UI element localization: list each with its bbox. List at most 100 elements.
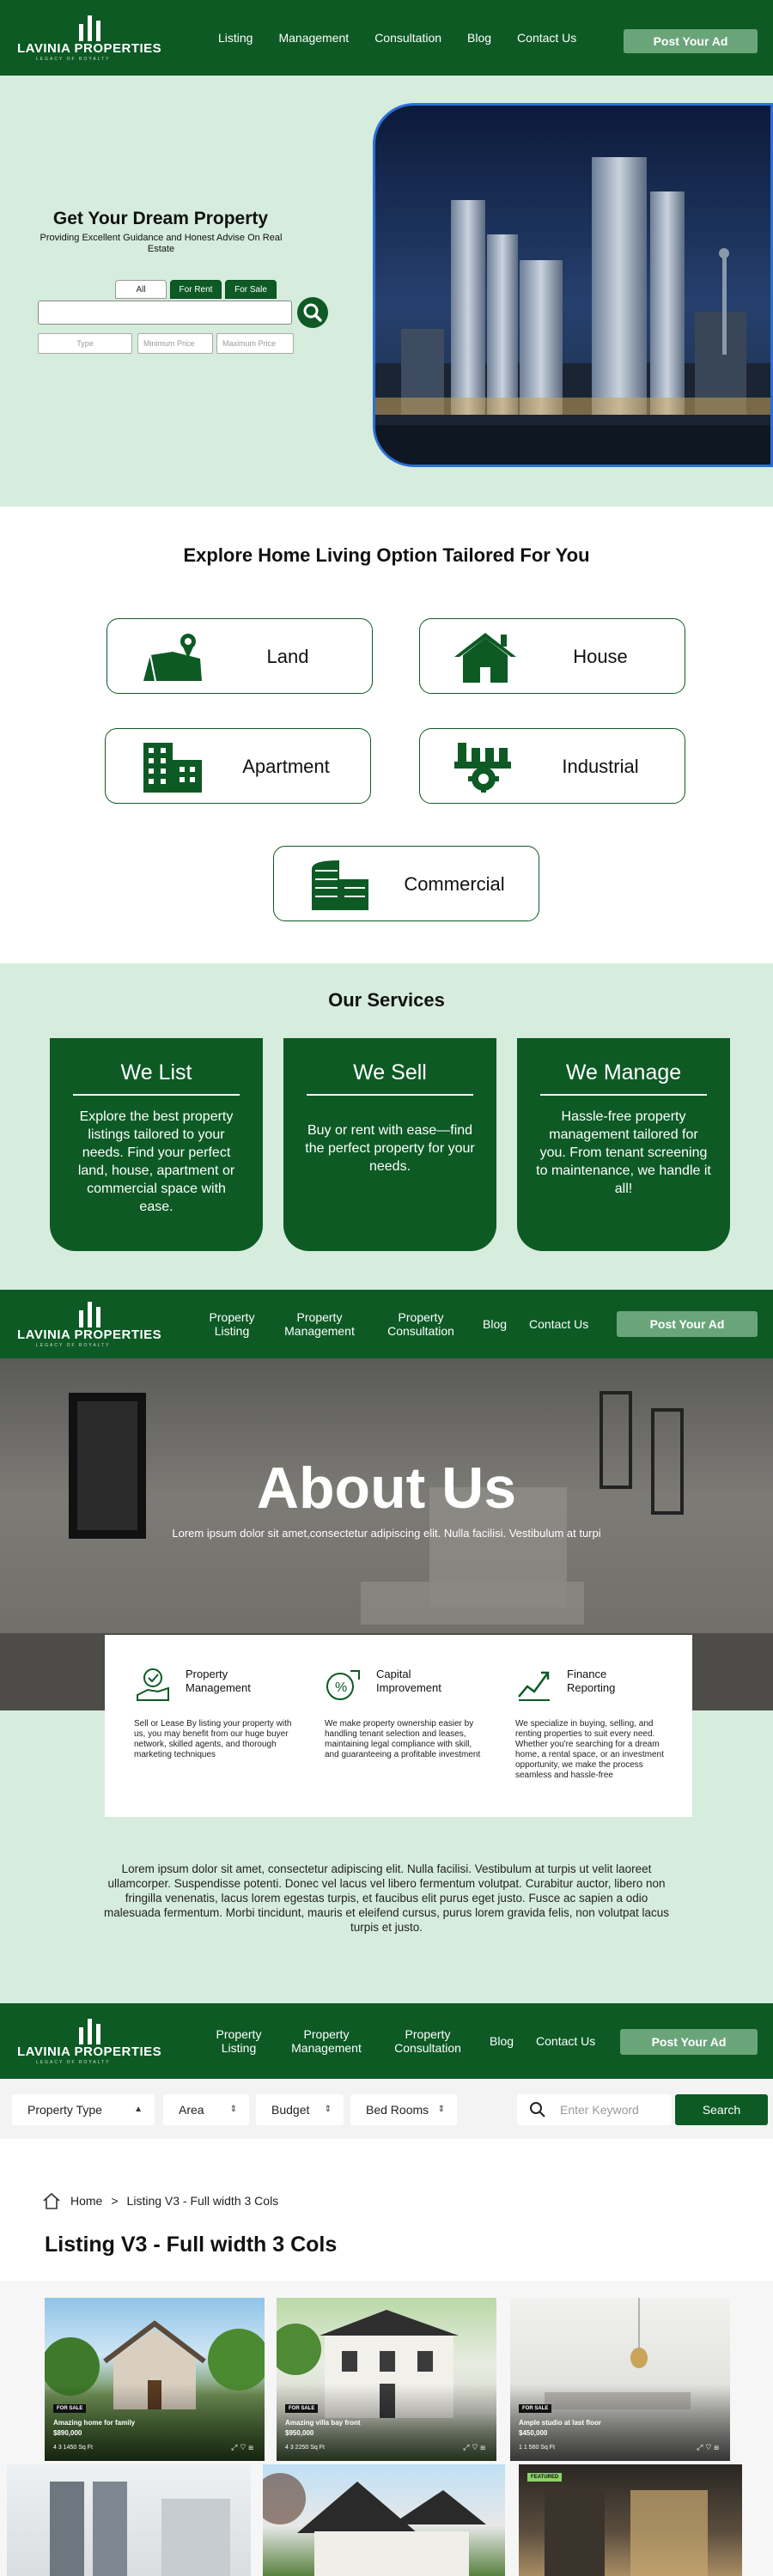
nav-contact[interactable]: Contact Us — [536, 2034, 595, 2048]
brand-logo[interactable]: LAVINIA PROPERTIES LEGACY OF ROYALTY — [17, 2015, 167, 2067]
nav-blog[interactable]: Blog — [490, 2034, 514, 2048]
min-price-field[interactable]: Minimum Price — [137, 333, 213, 354]
feature-title: Finance Reporting — [567, 1668, 616, 1694]
house-icon — [454, 633, 516, 683]
card-price: $450,000 — [519, 2429, 548, 2437]
card-title: Ample studio at last floor — [519, 2419, 602, 2427]
tudor-house-photo — [263, 2473, 486, 2576]
nav-listing[interactable]: Listing — [218, 31, 253, 45]
listing-navbar: LAVINIA PROPERTIES LEGACY OF ROYALTY Pro… — [0, 2003, 773, 2079]
nav-property-consultation[interactable]: Property Consultation — [381, 1310, 460, 1338]
listing-card[interactable]: FOR SALE Amazing villa bay front $950,00… — [277, 2298, 496, 2461]
select-label: Budget — [271, 2103, 310, 2117]
post-ad-button[interactable]: Post Your Ad — [617, 1311, 758, 1337]
category-label: Apartment — [242, 756, 330, 777]
property-type-select[interactable]: Property Type ▲︎ — [12, 2094, 155, 2125]
finance-reporting-icon — [518, 1671, 550, 1701]
category-label: Commercial — [404, 873, 505, 895]
hero-search-button[interactable] — [297, 297, 328, 328]
top-navbar: LAVINIA PROPERTIES LEGACY OF ROYALTY Lis… — [0, 0, 773, 76]
breadcrumb-home[interactable]: Home — [70, 2194, 102, 2208]
post-ad-button[interactable]: Post Your Ad — [624, 29, 758, 53]
area-select[interactable]: Area ⇕ — [163, 2094, 249, 2125]
nav-contact[interactable]: Contact Us — [517, 31, 576, 45]
listing-grid: FOR SALE Amazing home for family $890,00… — [0, 2281, 773, 2576]
card-title: Amazing home for family — [53, 2419, 136, 2427]
listing-page-title: Listing V3 - Full width 3 Cols — [45, 2233, 338, 2257]
status-badge: FOR SALE — [53, 2404, 87, 2413]
type-field[interactable]: Type — [38, 333, 132, 354]
service-text: Hassle-free property management tailored… — [536, 1109, 711, 1196]
select-label: Bed Rooms — [366, 2103, 429, 2117]
nav-contact[interactable]: Contact Us — [529, 1317, 588, 1331]
brand-tagline: LEGACY OF ROYALTY — [36, 57, 111, 62]
select-label: Area — [179, 2103, 204, 2117]
category-land[interactable]: Land — [107, 618, 373, 694]
tab-all[interactable]: All — [115, 280, 167, 299]
hero-subtitle: Providing Excellent Guidance and Honest … — [40, 233, 283, 254]
home-icon[interactable] — [41, 2191, 62, 2210]
nav-property-consultation[interactable]: Property Consultation — [388, 2027, 467, 2055]
nav-management[interactable]: Management — [278, 31, 349, 45]
nav-property-listing[interactable]: Property Listing — [213, 2027, 265, 2055]
select-label: Property Type — [27, 2103, 102, 2117]
chevron-right-icon: > — [111, 2194, 119, 2208]
nav-property-management[interactable]: Property Management — [287, 2027, 366, 2055]
sort-arrows-icon: ⇕ — [324, 2105, 332, 2114]
about-features-card: Property Management Sell or Lease By lis… — [105, 1635, 692, 1817]
bedrooms-select[interactable]: Bed Rooms ⇕ — [350, 2094, 457, 2125]
brand-name: LAVINIA PROPERTIES — [17, 1327, 162, 1342]
main-nav: Property Listing Property Management Pro… — [206, 1290, 589, 1358]
category-industrial[interactable]: Industrial — [419, 728, 685, 804]
listing-card[interactable]: FEATURED — [519, 2464, 742, 2576]
nav-property-management[interactable]: Property Management — [280, 1310, 359, 1338]
service-card-sell: We Sell Buy or rent with ease—find the p… — [283, 1038, 496, 1251]
brand-tagline: LEGACY OF ROYALTY — [36, 2060, 111, 2065]
service-text: Buy or rent with ease—find the perfect p… — [305, 1123, 475, 1174]
listing-card[interactable]: FOR SALE Amazing home for family $890,00… — [45, 2298, 265, 2461]
category-house[interactable]: House — [419, 618, 685, 694]
card-meta: 4 3 2250 Sq Ft — [285, 2445, 325, 2451]
brand-logo[interactable]: LAVINIA PROPERTIES LEGACY OF ROYALTY — [17, 1298, 167, 1350]
keyword-search-box — [517, 2094, 672, 2125]
sort-arrows-icon: ⇕ — [229, 2105, 237, 2114]
service-title: We List — [120, 1060, 192, 1084]
hero-search-input[interactable] — [38, 301, 292, 325]
svg-text:%: % — [335, 1680, 347, 1695]
keyword-input[interactable] — [560, 2101, 668, 2118]
about-navbar: LAVINIA PROPERTIES LEGACY OF ROYALTY Pro… — [0, 1290, 773, 1358]
category-commercial[interactable]: Commercial — [273, 846, 539, 921]
nav-consultation[interactable]: Consultation — [374, 31, 441, 45]
post-ad-button[interactable]: Post Your Ad — [620, 2029, 758, 2055]
card-actions-icons[interactable]: ⤢♡⊞ — [231, 2443, 256, 2452]
search-icon — [530, 2102, 545, 2117]
category-label: House — [573, 646, 628, 667]
listing-card[interactable] — [263, 2464, 505, 2576]
brand-logo[interactable]: LAVINIA PROPERTIES LEGACY OF ROYALTY — [17, 12, 167, 64]
listing-card[interactable]: FOR SALE Ample studio at last floor $450… — [510, 2298, 730, 2461]
main-nav: Listing Management Consultation Blog Con… — [218, 0, 576, 76]
search-button[interactable]: Search — [675, 2094, 768, 2125]
card-actions-icons[interactable]: ⤢♡⊞ — [697, 2443, 721, 2452]
explore-title: Explore Home Living Option Tailored For … — [183, 544, 590, 566]
max-price-field[interactable]: Maximum Price — [216, 333, 294, 354]
nav-blog[interactable]: Blog — [467, 31, 491, 45]
listing-type-tabs: All For Rent For Sale — [115, 280, 277, 299]
service-card-list: We List Explore the best property listin… — [50, 1038, 263, 1251]
status-badge: FOR SALE — [285, 2404, 319, 2413]
tab-for-sale[interactable]: For Sale — [225, 280, 277, 299]
about-paragraph: Lorem ipsum dolor sit amet, consectetur … — [103, 1862, 670, 1934]
hero-title: Get Your Dream Property — [52, 209, 269, 228]
nav-blog[interactable]: Blog — [483, 1317, 507, 1331]
card-actions-icons[interactable]: ⤢♡⊞ — [463, 2443, 488, 2452]
nav-property-listing[interactable]: Property Listing — [206, 1310, 258, 1338]
feature-title: Capital Improvement — [376, 1668, 441, 1694]
budget-select[interactable]: Budget ⇕ — [256, 2094, 344, 2125]
service-card-manage: We Manage Hassle-free property managemen… — [517, 1038, 730, 1251]
apartment-icon — [143, 743, 202, 793]
brand-name: LAVINIA PROPERTIES — [17, 41, 162, 56]
category-apartment[interactable]: Apartment — [105, 728, 371, 804]
tab-for-rent[interactable]: For Rent — [170, 280, 222, 299]
listing-card[interactable] — [7, 2464, 251, 2576]
about-title: About Us — [256, 1455, 517, 1521]
